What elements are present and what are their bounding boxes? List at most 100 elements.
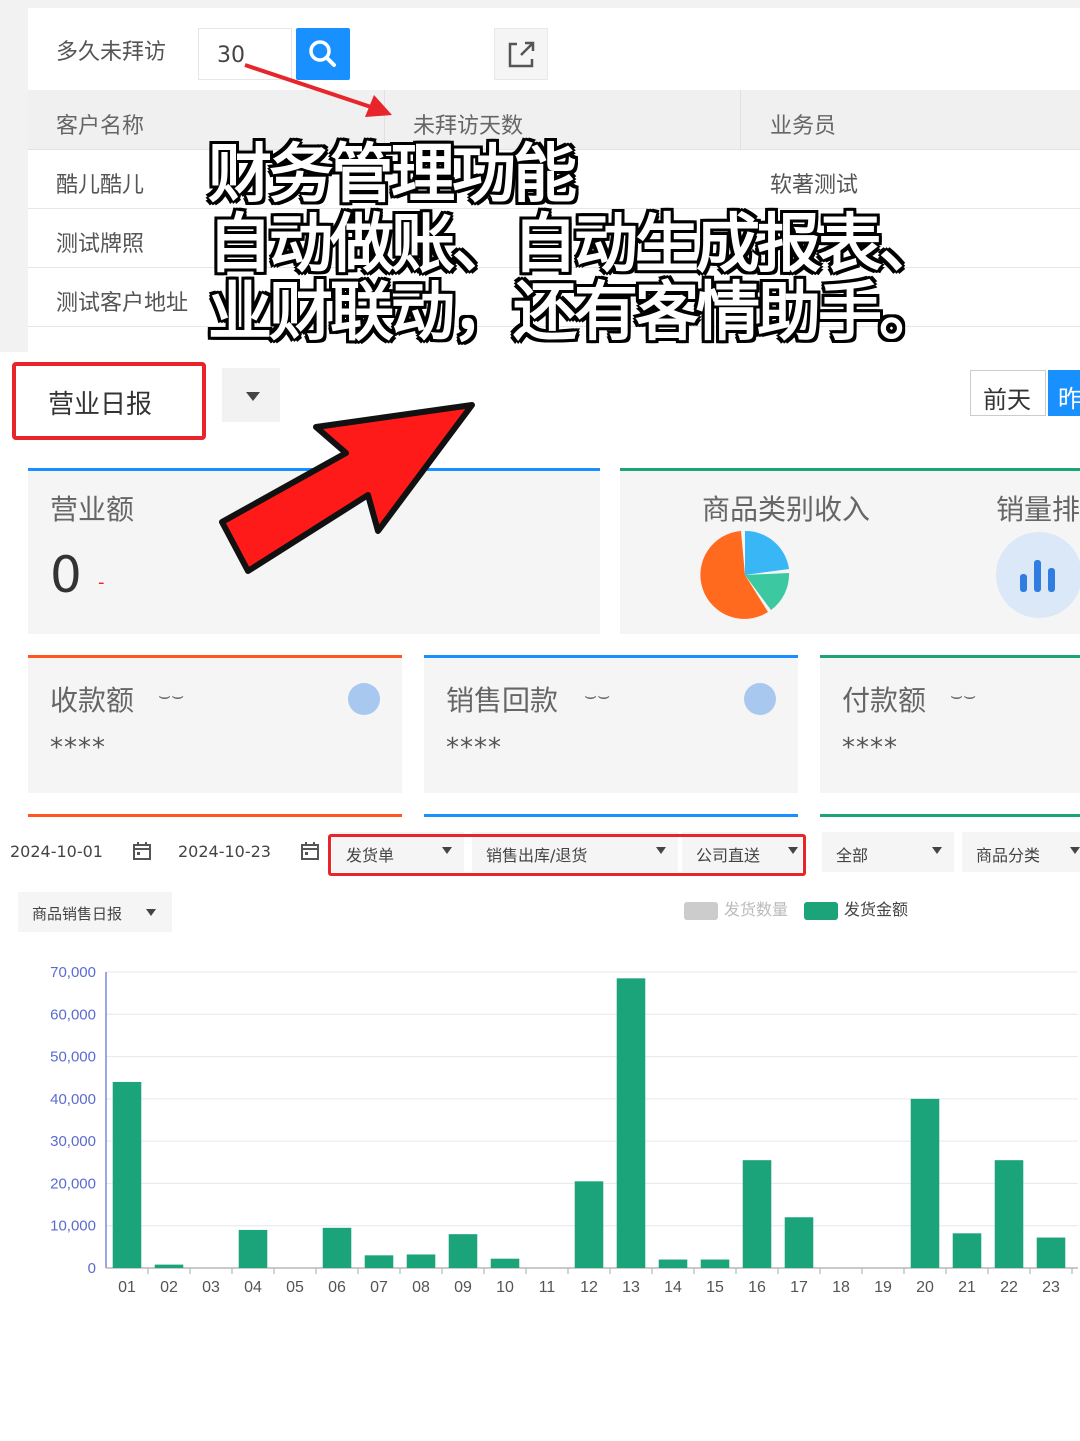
category-income-label: 商品类别收入 — [702, 493, 871, 526]
x-tick-label: 14 — [664, 1279, 682, 1296]
yesterday-button[interactable]: 昨 — [1048, 370, 1080, 416]
receipt-masked-value: **** — [50, 733, 106, 763]
bar-09 — [448, 1234, 478, 1268]
bar-20 — [910, 1098, 940, 1268]
caption-line-2: 自动做账、自动生成报表、 — [208, 208, 943, 282]
bar-13 — [616, 978, 646, 1268]
x-tick-label: 21 — [958, 1279, 976, 1296]
scope-value: 全部 — [836, 846, 869, 865]
bar-01 — [112, 1081, 142, 1268]
x-tick-label: 18 — [832, 1279, 850, 1296]
sales-return-label: 销售回款 — [446, 684, 559, 717]
report-type-select[interactable]: 营业日报 — [12, 362, 206, 440]
bar-04 — [238, 1229, 268, 1268]
legend-item-quantity[interactable]: 发货数量 — [684, 896, 788, 920]
y-tick-label: 30,000 — [50, 1133, 96, 1150]
payment-label: 付款额 — [842, 684, 927, 717]
chevron-down-icon — [932, 847, 942, 854]
calendar-icon[interactable] — [300, 841, 320, 861]
y-tick-label: 40,000 — [50, 1091, 96, 1108]
end-date-field[interactable]: 2024-10-23 — [166, 832, 326, 872]
category-select[interactable]: 商品分类 — [962, 832, 1080, 872]
day-switcher: 前天 昨 — [970, 370, 1080, 416]
chevron-down-icon — [146, 909, 156, 916]
legend-label: 发货金额 — [844, 900, 909, 919]
x-tick-label: 13 — [622, 1279, 640, 1296]
bar-12 — [574, 1181, 604, 1268]
col-customer-name[interactable]: 客户名称 — [56, 108, 144, 140]
x-tick-label: 03 — [202, 1279, 220, 1296]
revenue-label: 营业额 — [50, 493, 135, 526]
sales-return-masked-value: **** — [446, 733, 502, 763]
bar-17 — [784, 1217, 814, 1268]
divider — [424, 814, 798, 817]
y-tick-label: 0 — [88, 1260, 96, 1277]
bar-15 — [700, 1259, 730, 1268]
x-tick-label: 02 — [160, 1279, 178, 1296]
receipt-card[interactable]: 收款额 ⌣⌣ **** — [28, 655, 402, 793]
legend-label: 发货数量 — [724, 900, 789, 919]
x-tick-label: 15 — [706, 1279, 724, 1296]
chart-type-select[interactable]: 商品销售日报 — [18, 892, 172, 932]
x-tick-label: 07 — [370, 1279, 388, 1296]
bar-14 — [658, 1259, 688, 1268]
sales-rank-label: 销量排 — [996, 493, 1080, 526]
chart-icon[interactable] — [348, 683, 380, 715]
y-tick-label: 10,000 — [50, 1218, 96, 1235]
scope-select[interactable]: 全部 — [822, 832, 954, 872]
chart-icon[interactable] — [744, 683, 776, 715]
eye-closed-icon[interactable]: ⌣⌣ — [158, 683, 184, 707]
col-salesman[interactable]: 业务员 — [770, 108, 836, 140]
bar-07 — [364, 1255, 394, 1268]
x-tick-label: 05 — [286, 1279, 304, 1296]
category-income-card[interactable]: 商品类别收入 销量排 — [620, 468, 1080, 634]
export-button[interactable] — [494, 28, 548, 80]
legend-item-amount[interactable]: 发货金额 — [804, 896, 908, 920]
payment-card[interactable]: 付款额 ⌣⌣ **** — [820, 655, 1080, 793]
legend-swatch — [804, 901, 838, 920]
bar-22 — [994, 1160, 1024, 1268]
x-tick-label: 17 — [790, 1279, 808, 1296]
caption-line-1: 财务管理功能 — [208, 138, 577, 212]
chart-type-value: 商品销售日报 — [32, 905, 123, 923]
start-date-field[interactable]: 2024-10-01 — [0, 832, 160, 872]
day-before-yesterday-button[interactable]: 前天 — [970, 370, 1046, 416]
export-icon — [508, 41, 535, 68]
calendar-icon[interactable] — [132, 841, 152, 861]
salesman-cell: 软著测试 — [770, 173, 859, 198]
bar-23 — [1036, 1237, 1066, 1268]
eye-closed-icon[interactable]: ⌣⌣ — [950, 683, 976, 707]
customer-cell: 酷儿酷儿 — [56, 173, 145, 198]
x-tick-label: 01 — [118, 1279, 136, 1296]
caption-line-3: 业财联动，还有客情助手。 — [208, 276, 943, 350]
x-tick-label: 19 — [874, 1279, 892, 1296]
y-tick-label: 20,000 — [50, 1175, 96, 1192]
bar-06 — [322, 1227, 352, 1268]
revenue-value: 0 — [50, 546, 82, 604]
customer-cell: 测试牌照 — [56, 232, 145, 257]
sales-bar-chart: 0 10,000 20,000 30,000 40,000 50,000 60,000 70,… — [50, 964, 1078, 1296]
y-tick-label: 70,000 — [50, 964, 96, 981]
x-tick-label: 08 — [412, 1279, 430, 1296]
annotation-arrow-large — [219, 402, 475, 574]
filter-highlight-box — [328, 834, 806, 876]
y-tick-label: 60,000 — [50, 1006, 96, 1023]
payment-masked-value: **** — [842, 733, 898, 763]
x-tick-label: 22 — [1000, 1279, 1018, 1296]
col-days-unvisited[interactable]: 未拜访天数 — [413, 108, 523, 140]
x-tick-label: 16 — [748, 1279, 766, 1296]
x-tick-label: 10 — [496, 1279, 514, 1296]
sales-return-card[interactable]: 销售回款 ⌣⌣ **** — [424, 655, 798, 793]
x-tick-label: 06 — [328, 1279, 346, 1296]
eye-closed-icon[interactable]: ⌣⌣ — [584, 683, 610, 707]
x-tick-label: 23 — [1042, 1279, 1060, 1296]
x-tick-label: 12 — [580, 1279, 598, 1296]
receipt-label: 收款额 — [50, 684, 135, 717]
bar-10 — [490, 1258, 520, 1268]
bar-02 — [154, 1264, 184, 1268]
legend-swatch — [684, 901, 718, 920]
category-value: 商品分类 — [976, 846, 1041, 865]
divider — [820, 814, 1080, 817]
end-date-value: 2024-10-23 — [178, 842, 271, 861]
x-tick-label: 04 — [244, 1279, 262, 1296]
